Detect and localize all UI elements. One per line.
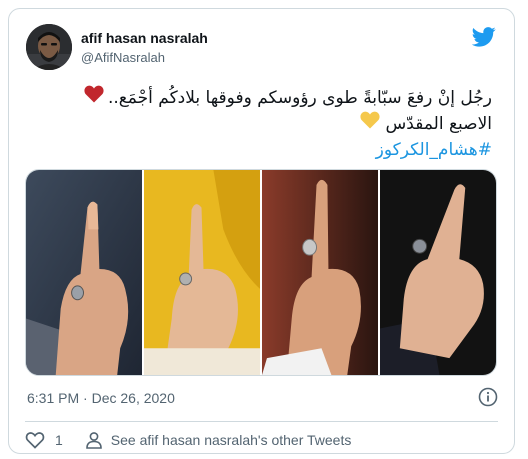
media-photo-4[interactable] <box>380 170 496 375</box>
tweet-media[interactable] <box>25 169 497 376</box>
tweet-card: afif hasan nasralah @AfifNasralah رجُل إ… <box>8 8 515 454</box>
info-icon[interactable] <box>478 387 498 407</box>
media-photo-1[interactable] <box>26 170 142 375</box>
media-photo-2[interactable] <box>144 170 260 375</box>
twitter-bird-icon[interactable] <box>471 27 496 49</box>
tweet-timestamp[interactable]: 6:31 PM · Dec 26, 2020 <box>27 390 175 406</box>
media-photo-3[interactable] <box>262 170 378 375</box>
avatar-image <box>26 24 72 70</box>
other-tweets-label: See afif hasan nasralah's other Tweets <box>110 432 352 448</box>
tweet-line-2: الاصبع المقدّس <box>32 111 492 137</box>
tweet-line-2-text: الاصبع المقدّس <box>385 114 492 134</box>
heart-outline-icon <box>25 432 45 449</box>
divider <box>25 421 498 422</box>
yellow-heart-icon <box>359 111 380 137</box>
other-tweets-link[interactable]: See afif hasan nasralah's other Tweets <box>85 431 352 449</box>
like-button[interactable]: 1 <box>25 431 63 449</box>
user-names: afif hasan nasralah @AfifNasralah <box>81 30 208 66</box>
display-name[interactable]: afif hasan nasralah <box>81 30 208 48</box>
user-handle[interactable]: @AfifNasralah <box>81 50 208 66</box>
hashtag-link[interactable]: #هشام_الكركوز <box>32 137 492 163</box>
red-heart-icon <box>84 85 104 111</box>
tweet-line-1-text: رجُل إنْ رفعَ سبّابةً طوى رؤوسكم وفوقها … <box>107 88 492 108</box>
avatar[interactable] <box>26 24 72 70</box>
tweet-actions: 1 See afif hasan nasralah's other Tweets <box>25 429 498 451</box>
tweet-text: رجُل إنْ رفعَ سبّابةً طوى رؤوسكم وفوقها … <box>32 85 492 163</box>
person-icon <box>85 432 102 449</box>
tweet-line-1: رجُل إنْ رفعَ سبّابةً طوى رؤوسكم وفوقها … <box>32 85 492 111</box>
like-count: 1 <box>55 432 63 448</box>
tweet-header: afif hasan nasralah @AfifNasralah <box>26 24 498 76</box>
